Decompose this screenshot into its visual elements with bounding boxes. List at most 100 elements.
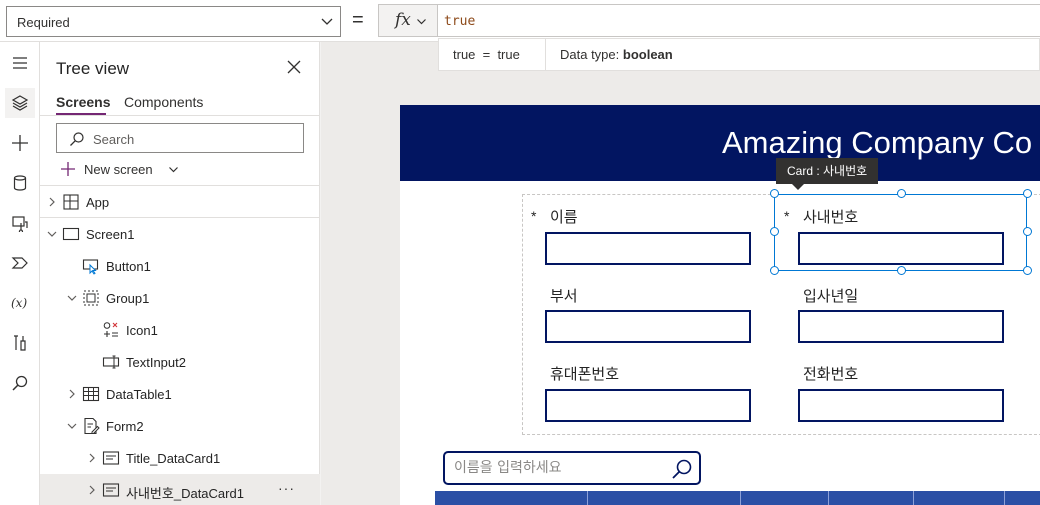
tools-icon[interactable] [5, 328, 35, 358]
variables-icon[interactable]: (x) [5, 288, 35, 318]
tree-view-panel: Tree view Screens Components New screen … [40, 42, 320, 505]
tab-components[interactable]: Components [124, 94, 203, 110]
table-header-cell [914, 491, 1005, 505]
resize-handle[interactable] [897, 266, 906, 275]
chevron-down-icon[interactable] [66, 420, 78, 432]
field-card-phone[interactable]: 전화번호 [775, 351, 1028, 431]
database-icon[interactable] [5, 168, 35, 198]
chevron-down-icon [417, 19, 426, 25]
hire-date-input[interactable] [798, 310, 1004, 343]
tree-search-input[interactable] [93, 130, 293, 148]
tab-screens[interactable]: Screens [56, 94, 110, 110]
close-icon[interactable] [286, 59, 302, 75]
app-screen: Amazing Company Co * 이름 * 사내번호 부서 입사년일 휴… [400, 105, 1040, 505]
tooltip-arrow [792, 184, 804, 190]
field-card-name[interactable]: * 이름 [522, 194, 775, 274]
data-card-icon [102, 483, 120, 497]
chevron-right-icon[interactable] [66, 388, 78, 400]
table-header-cell [741, 491, 829, 505]
phone-input[interactable] [798, 389, 1004, 422]
tree-item-label: App [86, 195, 110, 210]
resize-handle[interactable] [770, 189, 779, 198]
tree-item-screen1[interactable]: Screen1 [40, 218, 320, 250]
text-input-icon [102, 355, 120, 369]
formula-evaluation-bar: true = true Data type: boolean [438, 38, 1040, 71]
search-icon[interactable] [671, 458, 693, 480]
more-options-icon[interactable]: ··· [278, 480, 295, 496]
formula-text[interactable]: true [444, 14, 475, 29]
hamburger-icon[interactable] [5, 48, 35, 78]
group-icon [83, 290, 99, 306]
equals-sign: = [352, 9, 364, 31]
resize-handle[interactable] [897, 189, 906, 198]
tree-item-title-datacard1[interactable]: Title_DataCard1 [40, 442, 320, 474]
tree-item-label: Screen1 [86, 227, 135, 242]
fx-icon: fx [395, 10, 411, 30]
design-canvas: Amazing Company Co * 이름 * 사내번호 부서 입사년일 휴… [321, 42, 1040, 505]
name-input[interactable] [545, 232, 751, 265]
header-title[interactable]: Amazing Company Co [722, 125, 1032, 161]
left-rail: (x) [0, 42, 40, 505]
search-icon [70, 132, 84, 146]
evaluation-expression: true = true [453, 47, 520, 62]
tree-item-icon1[interactable]: Icon1 [40, 314, 320, 346]
divider [545, 39, 546, 70]
field-card-hire-date[interactable]: 입사년일 [775, 273, 1028, 353]
resize-handle[interactable] [1023, 266, 1032, 275]
name-search-input[interactable] [454, 459, 664, 477]
resize-handle[interactable] [1023, 189, 1032, 198]
tree-item-app[interactable]: App [40, 186, 320, 218]
property-dropdown[interactable]: Required [6, 6, 341, 37]
tree-item-datatable1[interactable]: DataTable1 [40, 378, 320, 410]
department-input[interactable] [545, 310, 751, 343]
data-table-icon [82, 386, 100, 402]
header-bar: Amazing Company Co [400, 105, 1040, 181]
card-tooltip: Card : 사내번호 [776, 158, 879, 184]
chevron-down-icon [169, 167, 178, 173]
field-label: 부서 [550, 288, 578, 305]
app-icon [63, 194, 79, 210]
field-label: 전화번호 [803, 366, 859, 383]
chevron-right-icon[interactable] [86, 452, 98, 464]
power-automate-icon[interactable] [5, 248, 35, 278]
form-icon [84, 417, 100, 435]
chevron-right-icon[interactable] [46, 196, 58, 208]
tree-item-form2[interactable]: Form2 [40, 410, 320, 442]
plus-icon [61, 162, 75, 176]
plus-icon[interactable] [5, 128, 35, 158]
tree-item-label: DataTable1 [106, 387, 172, 402]
resize-handle[interactable] [770, 266, 779, 275]
chevron-down-icon [321, 18, 333, 25]
tree-item-employee-id-datacard1[interactable]: 사내번호_DataCard1 ··· [40, 474, 320, 505]
field-card-department[interactable]: 부서 [522, 273, 775, 353]
search-icon[interactable] [5, 368, 35, 398]
field-card-mobile[interactable]: 휴대폰번호 [522, 351, 775, 431]
chevron-down-icon[interactable] [46, 228, 58, 240]
formula-input[interactable]: true [438, 4, 1040, 37]
required-asterisk: * [531, 208, 537, 224]
tree-search-box[interactable] [56, 123, 304, 153]
tree-item-label: 사내번호_DataCard1 [126, 486, 244, 501]
tree-item-button1[interactable]: Button1 [40, 250, 320, 282]
chevron-down-icon[interactable] [66, 292, 78, 304]
tree-item-label: Group1 [106, 291, 150, 306]
chevron-right-icon[interactable] [86, 484, 98, 496]
svg-text:(x): (x) [11, 296, 27, 310]
media-icon[interactable] [5, 208, 35, 238]
fx-button[interactable]: fx [378, 4, 438, 37]
field-label: 이름 [550, 209, 578, 226]
layers-icon[interactable] [5, 88, 35, 118]
screen-icon [62, 227, 80, 241]
resize-handle[interactable] [770, 227, 779, 236]
tree-item-group1[interactable]: Group1 [40, 282, 320, 314]
tree-item-label: Form2 [106, 419, 144, 434]
table-header-cell [829, 491, 914, 505]
tree-item-label: Title_DataCard1 [126, 451, 221, 466]
mobile-input[interactable] [545, 389, 751, 422]
resize-handle[interactable] [1023, 227, 1032, 236]
field-label: 휴대폰번호 [550, 366, 620, 383]
tree-item-textinput2[interactable]: TextInput2 [40, 346, 320, 378]
selection-frame [774, 194, 1027, 271]
name-search-box[interactable] [443, 451, 701, 485]
formula-bar: Required = fx true [0, 0, 1040, 42]
